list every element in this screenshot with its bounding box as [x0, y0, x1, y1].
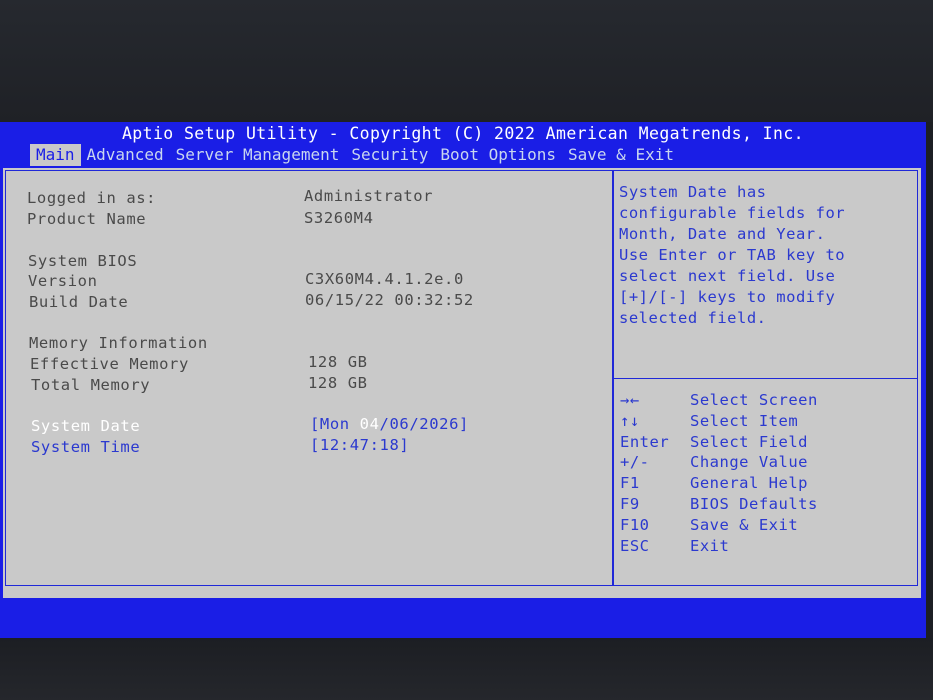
key-description: Save & Exit — [690, 515, 799, 534]
system-date-month-field[interactable]: 04 — [360, 415, 380, 433]
tab-server-management[interactable]: Server Management — [170, 144, 346, 166]
main-panel: Logged in as: Administrator Product Name… — [3, 168, 921, 598]
tab-main[interactable]: Main — [30, 144, 81, 166]
key-row: ESC Exit — [620, 536, 818, 557]
key-description: Change Value — [690, 453, 808, 472]
help-text: System Date has configurable fields for … — [619, 182, 909, 329]
tab-boot-options[interactable]: Boot Options — [434, 144, 562, 166]
monitor-bezel-bottom — [0, 638, 933, 700]
help-line: Month, Date and Year. — [619, 225, 826, 243]
logged-in-value: Administrator — [304, 187, 434, 205]
build-date-label: Build Date — [29, 293, 129, 311]
memory-info-heading: Memory Information — [29, 334, 208, 352]
effective-memory-label: Effective Memory — [30, 355, 189, 373]
key-description: BIOS Defaults — [690, 494, 818, 513]
footer-bar — [0, 600, 926, 638]
key-name: F10 — [620, 515, 650, 534]
key-description: General Help — [690, 474, 808, 493]
logged-in-label: Logged in as: — [27, 189, 157, 207]
product-name-value: S3260M4 — [304, 209, 374, 227]
help-line: selected field. — [619, 309, 767, 327]
version-label: Version — [28, 272, 98, 290]
key-row: F1 General Help — [620, 473, 818, 494]
build-date-value: 06/15/22 00:32:52 — [305, 291, 474, 309]
total-memory-label: Total Memory — [31, 376, 151, 394]
help-line: configurable fields for — [619, 204, 846, 222]
key-description: Exit — [690, 536, 730, 555]
key-row: ↑↓ Select Item — [620, 411, 818, 432]
version-value: C3X60M4.4.1.2e.0 — [305, 270, 464, 288]
key-row: F9 BIOS Defaults — [620, 494, 818, 515]
key-row: +/- Change Value — [620, 452, 818, 473]
key-row: Enter Select Field — [620, 432, 818, 453]
key-name: ESC — [620, 536, 650, 555]
help-line: select next field. Use — [619, 267, 836, 285]
key-row: →← Select Screen — [620, 390, 818, 411]
tab-advanced[interactable]: Advanced — [81, 144, 170, 166]
help-line: System Date has — [619, 183, 767, 201]
help-divider — [614, 378, 917, 379]
total-memory-value: 128 GB — [308, 374, 368, 392]
key-description: Select Field — [690, 432, 808, 451]
system-date-prefix: [Mon — [310, 415, 360, 433]
system-date-suffix: /06/2026] — [379, 415, 469, 433]
utility-title: Aptio Setup Utility - Copyright (C) 2022… — [121, 124, 805, 143]
system-bios-heading: System BIOS — [28, 252, 138, 270]
tab-bar: Main Advanced Server Management Security… — [30, 144, 680, 166]
key-description: Select Item — [690, 411, 799, 430]
key-name: +/- — [620, 453, 650, 472]
system-date-label[interactable]: System Date — [31, 416, 140, 436]
product-name-label: Product Name — [27, 210, 147, 228]
bios-screen: Aptio Setup Utility - Copyright (C) 2022… — [0, 122, 926, 638]
system-time-label[interactable]: System Time — [31, 437, 140, 457]
arrows-left-right-icon: →← — [620, 391, 640, 409]
key-name: F9 — [620, 494, 640, 513]
key-legend: →← Select Screen ↑↓ Select Item Enter Selec… — [620, 390, 818, 556]
system-time-field[interactable]: [12:47:18] — [310, 435, 409, 455]
system-date-field[interactable]: [Mon 04/06/2026] — [310, 414, 469, 434]
key-name: Enter — [620, 432, 670, 451]
tab-save-exit[interactable]: Save & Exit — [562, 144, 680, 166]
monitor-bezel-top — [0, 0, 933, 122]
tab-security[interactable]: Security — [345, 144, 434, 166]
key-name: F1 — [620, 474, 640, 493]
help-line: Use Enter or TAB key to — [619, 246, 846, 264]
effective-memory-value: 128 GB — [308, 353, 368, 371]
help-line: [+]/[-] keys to modify — [619, 288, 836, 306]
arrows-up-down-icon: ↑↓ — [620, 411, 640, 430]
key-description: Select Screen — [690, 391, 818, 409]
key-row: F10 Save & Exit — [620, 515, 818, 536]
